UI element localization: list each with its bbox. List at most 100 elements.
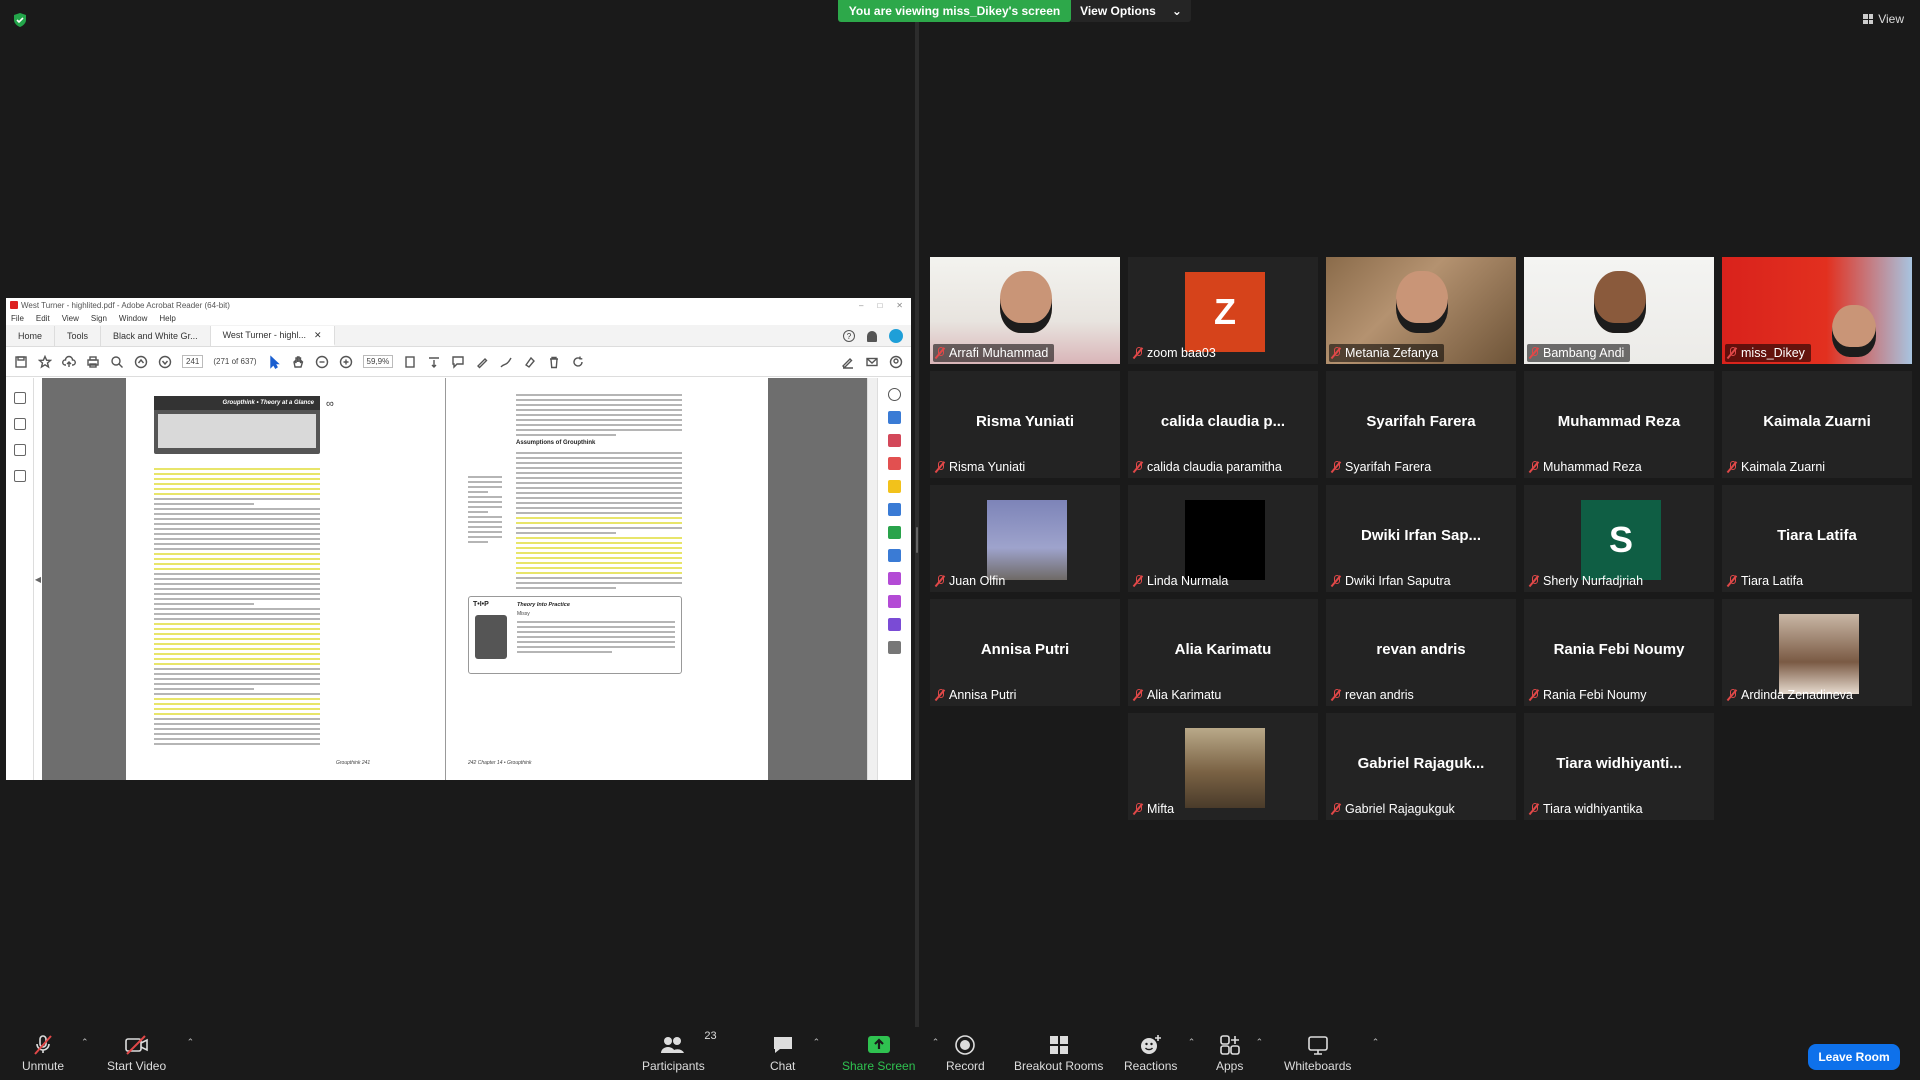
layers-icon[interactable] bbox=[13, 470, 26, 482]
reactions-button[interactable]: ⌃ Reactions bbox=[1124, 1031, 1195, 1073]
page-thumbnails-icon[interactable] bbox=[13, 392, 26, 404]
draw-icon[interactable] bbox=[499, 355, 513, 369]
participant-tile[interactable]: Bambang Andi bbox=[1524, 257, 1714, 364]
participant-tile[interactable]: Linda Nurmala bbox=[1128, 485, 1318, 592]
page-fit-icon[interactable] bbox=[403, 355, 417, 369]
page-up-icon[interactable] bbox=[134, 355, 148, 369]
whiteboards-button[interactable]: ⌃ Whiteboards bbox=[1284, 1031, 1379, 1073]
rotate-icon[interactable] bbox=[571, 355, 585, 369]
split-divider[interactable] bbox=[915, 22, 919, 1027]
leave-room-button[interactable]: Leave Room bbox=[1808, 1044, 1900, 1070]
tab-document-1[interactable]: Black and White Gr... bbox=[101, 326, 211, 346]
menu-sign[interactable]: Sign bbox=[91, 314, 107, 323]
create-pdf-icon[interactable] bbox=[888, 457, 901, 470]
organize-pages-icon[interactable] bbox=[888, 434, 901, 447]
account-avatar[interactable] bbox=[889, 329, 903, 343]
participant-tile[interactable]: revan andris revan andris bbox=[1326, 599, 1516, 706]
print-icon[interactable] bbox=[86, 355, 100, 369]
participants-button[interactable]: 23 Participants bbox=[642, 1030, 717, 1073]
comment-icon[interactable] bbox=[451, 355, 465, 369]
chat-button[interactable]: ⌃ Chat bbox=[770, 1031, 820, 1073]
zoom-search-icon[interactable] bbox=[110, 355, 124, 369]
page-down-icon[interactable] bbox=[158, 355, 172, 369]
participant-tile[interactable]: Annisa Putri Annisa Putri bbox=[930, 599, 1120, 706]
chat-options-caret-icon[interactable]: ⌃ bbox=[813, 1037, 821, 1048]
request-signature-icon[interactable] bbox=[888, 595, 901, 608]
menu-view[interactable]: View bbox=[62, 314, 79, 323]
participant-tile[interactable]: Gabriel Rajaguk... Gabriel Rajagukguk bbox=[1326, 713, 1516, 820]
view-options-button[interactable]: View Options ⌄ bbox=[1071, 0, 1191, 22]
participant-tile[interactable]: S Sherly Nurfadjriah bbox=[1524, 485, 1714, 592]
upload-cloud-icon[interactable] bbox=[62, 355, 76, 369]
menu-window[interactable]: Window bbox=[119, 314, 147, 323]
participant-tile[interactable]: calida claudia p... calida claudia parami… bbox=[1128, 371, 1318, 478]
star-icon[interactable] bbox=[38, 354, 52, 369]
search-icon[interactable] bbox=[888, 388, 901, 401]
participant-tile[interactable]: Juan Olfin bbox=[930, 485, 1120, 592]
participant-tile[interactable]: Tiara Latifa Tiara Latifa bbox=[1722, 485, 1912, 592]
attachment-icon[interactable] bbox=[13, 444, 26, 456]
encryption-shield-icon[interactable] bbox=[12, 12, 28, 28]
record-button[interactable]: Record bbox=[946, 1031, 985, 1073]
tab-home[interactable]: Home bbox=[6, 326, 56, 346]
save-icon[interactable] bbox=[14, 355, 28, 369]
stamp-icon[interactable] bbox=[523, 355, 537, 369]
participant-tile[interactable]: Arrafi Muhammad bbox=[930, 257, 1120, 364]
participant-tile[interactable]: Dwiki Irfan Sap... Dwiki Irfan Saputra bbox=[1326, 485, 1516, 592]
email-icon[interactable] bbox=[865, 355, 879, 369]
hand-tool-icon[interactable] bbox=[291, 355, 305, 369]
compress-icon[interactable] bbox=[888, 526, 901, 539]
highlight-pen-icon[interactable] bbox=[475, 355, 489, 369]
export-pdf-icon[interactable] bbox=[888, 411, 901, 424]
page-number-input[interactable]: 241 bbox=[182, 355, 204, 368]
comment-tool-icon[interactable] bbox=[888, 480, 901, 493]
document-scrollbar[interactable] bbox=[867, 378, 877, 780]
tab-tools[interactable]: Tools bbox=[55, 326, 102, 346]
participant-tile[interactable]: Ardinda Zenadineva bbox=[1722, 599, 1912, 706]
more-tools-icon[interactable] bbox=[888, 618, 901, 631]
participant-tile[interactable]: Kaimala Zuarni Kaimala Zuarni bbox=[1722, 371, 1912, 478]
video-options-caret-icon[interactable]: ⌃ bbox=[187, 1037, 195, 1048]
view-button[interactable]: View bbox=[1863, 12, 1904, 26]
participant-tile[interactable]: Tiara widhiyanti... Tiara widhiyantika bbox=[1524, 713, 1714, 820]
participant-tile[interactable]: Zzoom baa03 bbox=[1128, 257, 1318, 364]
whiteboards-caret-icon[interactable]: ⌃ bbox=[1372, 1037, 1380, 1048]
scroll-mode-icon[interactable] bbox=[427, 355, 441, 369]
share-options-caret-icon[interactable]: ⌃ bbox=[932, 1037, 940, 1048]
reactions-caret-icon[interactable]: ⌃ bbox=[1188, 1037, 1196, 1048]
document-viewport[interactable]: Groupthink • Theory at a Glance ∞ Groupt… bbox=[42, 378, 867, 780]
participant-tile[interactable]: Syarifah Farera Syarifah Farera bbox=[1326, 371, 1516, 478]
select-cursor-icon[interactable] bbox=[267, 354, 281, 369]
help-icon[interactable]: ? bbox=[843, 330, 855, 342]
close-tab-icon[interactable]: ✕ bbox=[314, 330, 322, 341]
audio-options-caret-icon[interactable]: ⌃ bbox=[81, 1037, 89, 1048]
zoom-out-icon[interactable] bbox=[315, 355, 329, 369]
participant-tile[interactable]: Muhammad Reza Muhammad Reza bbox=[1524, 371, 1714, 478]
start-video-button[interactable]: ⌃ Start Video bbox=[107, 1031, 194, 1073]
breakout-rooms-button[interactable]: Breakout Rooms bbox=[1014, 1031, 1103, 1073]
participant-tile[interactable]: Alia Karimatu Alia Karimatu bbox=[1128, 599, 1318, 706]
apps-caret-icon[interactable]: ⌃ bbox=[1256, 1037, 1264, 1048]
menu-edit[interactable]: Edit bbox=[36, 314, 50, 323]
unmute-button[interactable]: ⌃ Unmute bbox=[22, 1031, 89, 1073]
participant-tile[interactable]: miss_Dikey bbox=[1722, 257, 1912, 364]
zoom-in-icon[interactable] bbox=[339, 355, 353, 369]
delete-icon[interactable] bbox=[547, 355, 561, 369]
divider-handle[interactable] bbox=[916, 527, 918, 553]
participant-tile[interactable]: Risma Yuniati Risma Yuniati bbox=[930, 371, 1120, 478]
fill-sign-icon[interactable] bbox=[888, 572, 901, 585]
share-screen-button[interactable]: ⌃ Share Screen bbox=[842, 1031, 939, 1073]
tab-document-2[interactable]: West Turner - highl... ✕ bbox=[210, 326, 335, 346]
menu-file[interactable]: File bbox=[11, 314, 24, 323]
protect-icon[interactable] bbox=[888, 549, 901, 562]
apps-button[interactable]: ⌃ Apps bbox=[1216, 1031, 1263, 1073]
combine-files-icon[interactable] bbox=[888, 503, 901, 516]
bell-icon[interactable] bbox=[867, 330, 877, 342]
menu-help[interactable]: Help bbox=[159, 314, 175, 323]
sign-icon[interactable] bbox=[841, 355, 855, 369]
participant-tile[interactable]: Mifta bbox=[1128, 713, 1318, 820]
participant-tile[interactable]: Metania Zefanya bbox=[1326, 257, 1516, 364]
account-circle-icon[interactable] bbox=[889, 355, 903, 369]
bookmark-icon[interactable] bbox=[13, 418, 26, 430]
participant-tile[interactable]: Rania Febi Noumy Rania Febi Noumy bbox=[1524, 599, 1714, 706]
